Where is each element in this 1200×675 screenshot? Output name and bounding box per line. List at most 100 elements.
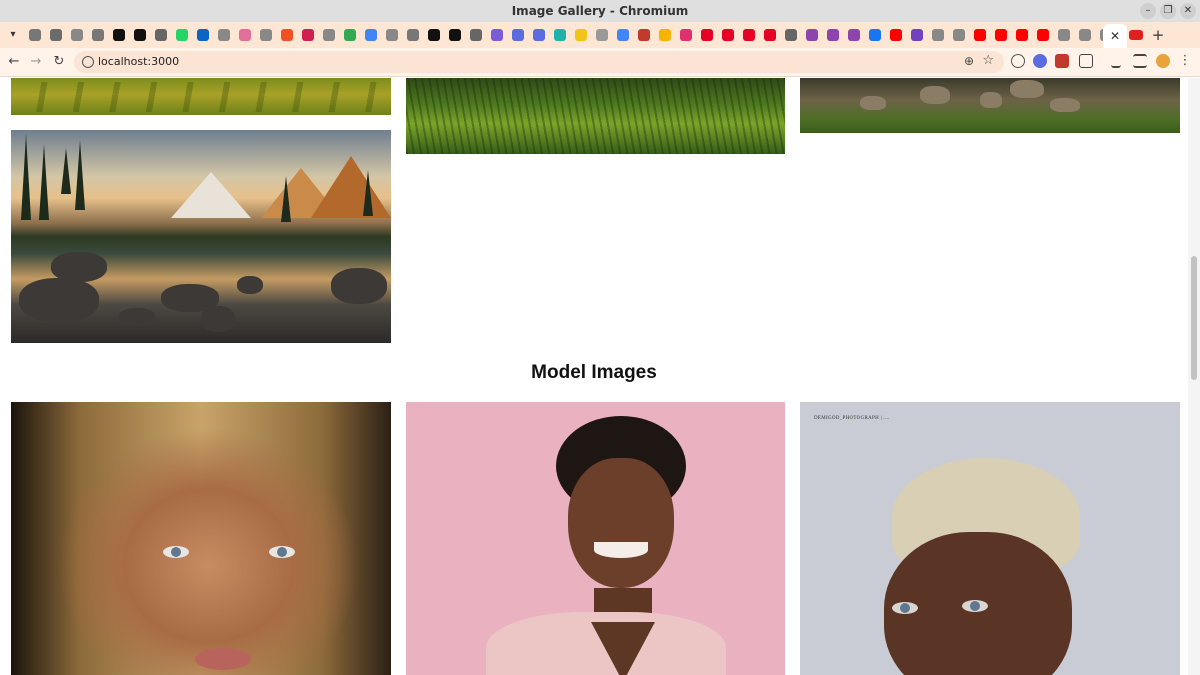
gallery-image-model-short-hair-woman[interactable]: DEMIGOD_PHOTOGRAPH | .... xyxy=(800,402,1180,675)
tab-favicon-icon[interactable] xyxy=(423,25,444,45)
tab-favicon-icon[interactable] xyxy=(696,25,717,45)
tab-favicon-icon[interactable] xyxy=(24,25,45,45)
extension-gear-icon[interactable] xyxy=(1033,54,1047,68)
browser-toolbar: ← → ↻ localhost:3000 ⊕ ☆ ⋮ xyxy=(0,48,1200,77)
tab-favicon-icon[interactable] xyxy=(801,25,822,45)
tab-favicon-icon[interactable] xyxy=(948,25,969,45)
tab-list xyxy=(24,25,1116,45)
tab-favicon-icon[interactable] xyxy=(129,25,150,45)
gallery-image-golden-field[interactable] xyxy=(11,78,391,115)
extension-red-icon[interactable] xyxy=(1055,54,1069,68)
tab-favicon-icon[interactable] xyxy=(1011,25,1032,45)
labs-flask-icon[interactable] xyxy=(1111,54,1121,68)
tab-favicon-icon[interactable] xyxy=(1053,25,1074,45)
tab-favicon-icon[interactable] xyxy=(1074,25,1095,45)
tab-favicon-icon[interactable] xyxy=(507,25,528,45)
tab-favicon-icon[interactable] xyxy=(339,25,360,45)
tab-favicon-icon[interactable] xyxy=(444,25,465,45)
page-scrollbar[interactable] xyxy=(1188,78,1200,675)
tab-favicon-icon[interactable] xyxy=(486,25,507,45)
tab-favicon-icon[interactable] xyxy=(549,25,570,45)
active-tab[interactable]: ✕ xyxy=(1103,24,1127,48)
extension-icon[interactable] xyxy=(1011,54,1025,68)
tab-favicon-icon[interactable] xyxy=(402,25,423,45)
gallery-image-grass-meadow[interactable] xyxy=(406,78,785,154)
reading-list-icon[interactable] xyxy=(1133,54,1147,68)
tab-favicon-icon[interactable] xyxy=(906,25,927,45)
window-titlebar: Image Gallery - Chromium – ❐ ✕ xyxy=(0,0,1200,22)
close-tab-icon[interactable]: ✕ xyxy=(1110,29,1120,43)
favicon-icon xyxy=(385,29,398,41)
tab-favicon-icon[interactable] xyxy=(318,25,339,45)
restore-button[interactable]: ❐ xyxy=(1160,3,1176,19)
tab-favicon-icon[interactable] xyxy=(717,25,738,45)
tab-favicon-icon[interactable] xyxy=(108,25,129,45)
favicon-icon xyxy=(280,29,293,41)
tab-favicon-icon[interactable] xyxy=(45,25,66,45)
extensions-puzzle-icon[interactable] xyxy=(1079,54,1093,68)
tab-favicon-icon[interactable] xyxy=(738,25,759,45)
tab-favicon-icon[interactable] xyxy=(990,25,1011,45)
tab-favicon-icon[interactable] xyxy=(759,25,780,45)
tab-favicon-icon[interactable] xyxy=(969,25,990,45)
favicon-icon xyxy=(595,29,608,41)
gallery-image-mountain-lake[interactable] xyxy=(11,130,391,343)
tab-favicon-icon[interactable] xyxy=(465,25,486,45)
tab-search-chevron-icon[interactable]: ▾ xyxy=(4,26,22,44)
tab-favicon-icon[interactable] xyxy=(87,25,108,45)
tab-favicon-icon[interactable] xyxy=(633,25,654,45)
favicon-icon xyxy=(1015,29,1028,41)
gallery-image-model-blonde-woman[interactable] xyxy=(11,402,391,675)
favicon-icon xyxy=(343,29,356,41)
tab-favicon-icon[interactable] xyxy=(192,25,213,45)
zoom-icon[interactable]: ⊕ xyxy=(964,54,974,68)
new-tab-button[interactable]: + xyxy=(1150,26,1166,44)
tab-favicon-icon[interactable] xyxy=(255,25,276,45)
tab-favicon-icon[interactable] xyxy=(885,25,906,45)
scrollbar-thumb[interactable] xyxy=(1191,256,1197,380)
menu-kebab-icon[interactable]: ⋮ xyxy=(1176,52,1194,70)
tab-favicon-icon[interactable] xyxy=(612,25,633,45)
tab-favicon-icon[interactable] xyxy=(864,25,885,45)
tab-favicon-icon[interactable] xyxy=(150,25,171,45)
tab-favicon-icon[interactable] xyxy=(675,25,696,45)
address-bar[interactable]: localhost:3000 ⊕ ☆ xyxy=(74,51,1004,73)
tab-favicon-icon[interactable] xyxy=(381,25,402,45)
tab-favicon-icon[interactable] xyxy=(843,25,864,45)
tab-favicon-icon[interactable] xyxy=(360,25,381,45)
window-title: Image Gallery - Chromium xyxy=(511,4,689,18)
minimize-button[interactable]: – xyxy=(1140,3,1156,19)
tab-favicon-icon[interactable] xyxy=(1032,25,1053,45)
tab-youtube-favicon-icon[interactable] xyxy=(1129,30,1143,40)
favicon-icon xyxy=(1078,29,1091,41)
favicon-icon xyxy=(952,29,965,41)
favicon-icon xyxy=(469,29,482,41)
tab-favicon-icon[interactable] xyxy=(171,25,192,45)
tab-favicon-icon[interactable] xyxy=(654,25,675,45)
tab-favicon-icon[interactable] xyxy=(927,25,948,45)
favicon-icon xyxy=(868,29,881,41)
tab-favicon-icon[interactable] xyxy=(276,25,297,45)
tab-favicon-icon[interactable] xyxy=(297,25,318,45)
profile-avatar-icon[interactable] xyxy=(1156,54,1170,68)
tab-favicon-icon[interactable] xyxy=(213,25,234,45)
stone-shape xyxy=(51,252,107,282)
url-text[interactable]: localhost:3000 xyxy=(98,55,179,68)
tab-favicon-icon[interactable] xyxy=(591,25,612,45)
site-info-icon[interactable] xyxy=(82,56,94,68)
tab-favicon-icon[interactable] xyxy=(234,25,255,45)
tab-favicon-icon[interactable] xyxy=(528,25,549,45)
gallery-image-rocky-grass[interactable] xyxy=(800,78,1180,133)
bookmark-star-icon[interactable]: ☆ xyxy=(982,53,994,68)
tab-favicon-icon[interactable] xyxy=(570,25,591,45)
reload-button[interactable]: ↻ xyxy=(50,53,68,71)
back-button[interactable]: ← xyxy=(5,53,23,71)
tree-shape xyxy=(39,144,49,220)
tab-favicon-icon[interactable] xyxy=(66,25,87,45)
favicon-icon xyxy=(322,29,335,41)
forward-button[interactable]: → xyxy=(27,53,45,71)
tab-favicon-icon[interactable] xyxy=(822,25,843,45)
gallery-image-model-smiling-man[interactable] xyxy=(406,402,785,675)
close-window-button[interactable]: ✕ xyxy=(1180,3,1196,19)
tab-favicon-icon[interactable] xyxy=(780,25,801,45)
